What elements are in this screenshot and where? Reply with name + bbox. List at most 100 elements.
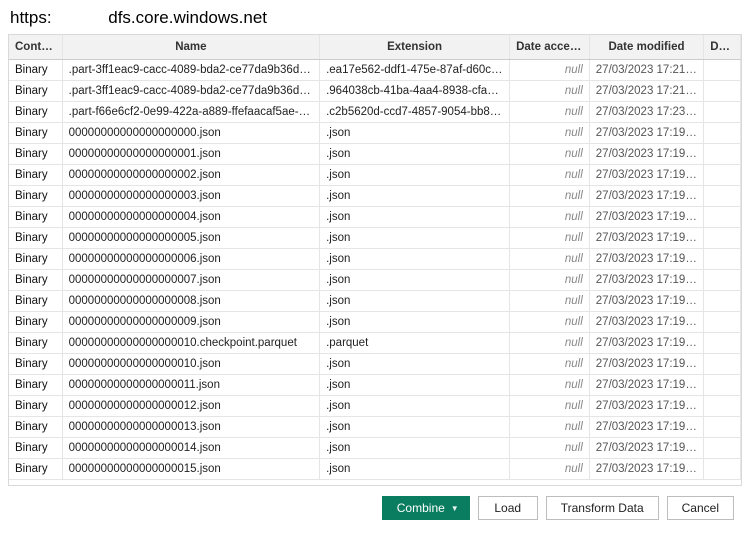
cell-name: 00000000000000000013.json — [62, 417, 319, 438]
cell-date-accessed: null — [510, 123, 590, 144]
cell-name: 00000000000000000010.checkpoint.parquet — [62, 333, 319, 354]
column-header-date-accessed[interactable]: Date accessed — [510, 35, 590, 60]
cell-date-modified: 27/03/2023 17:21:04 — [589, 60, 703, 81]
cell-extension: .json — [320, 186, 510, 207]
cell-name: 00000000000000000014.json — [62, 438, 319, 459]
column-header-content[interactable]: Content — [9, 35, 62, 60]
table-row[interactable]: Binary00000000000000000000.json.jsonnull… — [9, 123, 741, 144]
cell-date-modified: 27/03/2023 17:19:45 — [589, 354, 703, 375]
cell-date-accessed: null — [510, 186, 590, 207]
combine-button[interactable]: Combine ▼ — [382, 496, 470, 520]
cell-content: Binary — [9, 60, 62, 81]
cell-extension: .json — [320, 207, 510, 228]
cell-date-modified: 27/03/2023 17:19:51 — [589, 417, 703, 438]
cell-name: 00000000000000000010.json — [62, 354, 319, 375]
column-header-extension[interactable]: Extension — [320, 35, 510, 60]
cell-content: Binary — [9, 207, 62, 228]
cell-date-created — [704, 249, 741, 270]
cell-extension: .json — [320, 291, 510, 312]
chevron-down-icon: ▼ — [451, 504, 459, 513]
cell-content: Binary — [9, 228, 62, 249]
cell-date-created — [704, 165, 741, 186]
cell-date-created — [704, 102, 741, 123]
table-row[interactable]: Binary00000000000000000015.json.jsonnull… — [9, 459, 741, 480]
table-row[interactable]: Binary00000000000000000005.json.jsonnull… — [9, 228, 741, 249]
cell-date-created — [704, 396, 741, 417]
cell-content: Binary — [9, 375, 62, 396]
cell-name: 00000000000000000012.json — [62, 396, 319, 417]
cell-name: 00000000000000000011.json — [62, 375, 319, 396]
cell-content: Binary — [9, 438, 62, 459]
cell-date-modified: 27/03/2023 17:19:39 — [589, 270, 703, 291]
cell-name: 00000000000000000006.json — [62, 249, 319, 270]
cell-extension: .json — [320, 312, 510, 333]
cell-name: 00000000000000000004.json — [62, 207, 319, 228]
cell-content: Binary — [9, 396, 62, 417]
cell-content: Binary — [9, 81, 62, 102]
cell-name: .part-3ff1eac9-cacc-4089-bda2-ce77da9b36… — [62, 81, 319, 102]
transform-data-button[interactable]: Transform Data — [546, 496, 659, 520]
cell-name: .part-f66e6cf2-0e99-422a-a889-ffefaacaf5… — [62, 102, 319, 123]
cell-date-created — [704, 207, 741, 228]
cell-name: 00000000000000000007.json — [62, 270, 319, 291]
cell-date-created — [704, 186, 741, 207]
cell-date-created — [704, 270, 741, 291]
cell-extension: .json — [320, 396, 510, 417]
cell-date-created — [704, 312, 741, 333]
cell-date-modified: 27/03/2023 17:19:54 — [589, 438, 703, 459]
cell-date-modified: 27/03/2023 17:19:41 — [589, 291, 703, 312]
cell-content: Binary — [9, 249, 62, 270]
cell-name: 00000000000000000015.json — [62, 459, 319, 480]
cell-content: Binary — [9, 186, 62, 207]
cell-name: 00000000000000000009.json — [62, 312, 319, 333]
cell-extension: .964038cb-41ba-4aa4-8938-cfa21930555b — [320, 81, 510, 102]
table-row[interactable]: Binary00000000000000000012.json.jsonnull… — [9, 396, 741, 417]
cell-date-created — [704, 459, 741, 480]
cell-extension: .json — [320, 123, 510, 144]
cell-date-created — [704, 144, 741, 165]
cell-content: Binary — [9, 417, 62, 438]
cell-name: 00000000000000000002.json — [62, 165, 319, 186]
cell-extension: .ea17e562-ddf1-475e-87af-d60c0ebc64e4 — [320, 60, 510, 81]
cell-date-modified: 27/03/2023 17:19:29 — [589, 165, 703, 186]
cancel-button[interactable]: Cancel — [667, 496, 734, 520]
cell-content: Binary — [9, 144, 62, 165]
cell-date-accessed: null — [510, 396, 590, 417]
table-row[interactable]: Binary00000000000000000010.checkpoint.pa… — [9, 333, 741, 354]
table-row[interactable]: Binary00000000000000000004.json.jsonnull… — [9, 207, 741, 228]
cell-date-accessed: null — [510, 144, 590, 165]
cell-date-modified: 27/03/2023 17:19:47 — [589, 375, 703, 396]
table-row[interactable]: Binary00000000000000000013.json.jsonnull… — [9, 417, 741, 438]
cell-date-created — [704, 417, 741, 438]
action-button-row: Combine ▼ Load Transform Data Cancel — [8, 486, 742, 520]
table-row[interactable]: Binary00000000000000000009.json.jsonnull… — [9, 312, 741, 333]
table-row[interactable]: Binary00000000000000000003.json.jsonnull… — [9, 186, 741, 207]
table-row[interactable]: Binary00000000000000000006.json.jsonnull… — [9, 249, 741, 270]
cell-extension: .json — [320, 165, 510, 186]
table-row[interactable]: Binary00000000000000000010.json.jsonnull… — [9, 354, 741, 375]
cell-date-accessed: null — [510, 81, 590, 102]
table-row[interactable]: Binary00000000000000000007.json.jsonnull… — [9, 270, 741, 291]
cell-date-created — [704, 375, 741, 396]
cell-date-accessed: null — [510, 165, 590, 186]
cell-name: 00000000000000000005.json — [62, 228, 319, 249]
table-row[interactable]: Binary.part-3ff1eac9-cacc-4089-bda2-ce77… — [9, 60, 741, 81]
table-row[interactable]: Binary.part-f66e6cf2-0e99-422a-a889-ffef… — [9, 102, 741, 123]
table-row[interactable]: Binary00000000000000000001.json.jsonnull… — [9, 144, 741, 165]
cell-date-created — [704, 81, 741, 102]
table-row[interactable]: Binary00000000000000000014.json.jsonnull… — [9, 438, 741, 459]
table-row[interactable]: Binary00000000000000000008.json.jsonnull… — [9, 291, 741, 312]
table-row[interactable]: Binary00000000000000000002.json.jsonnull… — [9, 165, 741, 186]
cell-extension: .c2b5620d-ccd7-4857-9054-bb826d79604b — [320, 102, 510, 123]
table-row[interactable]: Binary00000000000000000011.json.jsonnull… — [9, 375, 741, 396]
table-row[interactable]: Binary.part-3ff1eac9-cacc-4089-bda2-ce77… — [9, 81, 741, 102]
cell-date-modified: 27/03/2023 17:19:26 — [589, 123, 703, 144]
column-header-date-modified[interactable]: Date modified — [589, 35, 703, 60]
data-table: Content Name Extension Date accessed Dat… — [9, 35, 741, 480]
column-header-name[interactable]: Name — [62, 35, 319, 60]
data-table-container: Content Name Extension Date accessed Dat… — [8, 34, 742, 486]
load-button[interactable]: Load — [478, 496, 538, 520]
column-header-date-created[interactable]: Date c — [704, 35, 741, 60]
cell-content: Binary — [9, 459, 62, 480]
cell-date-accessed: null — [510, 249, 590, 270]
